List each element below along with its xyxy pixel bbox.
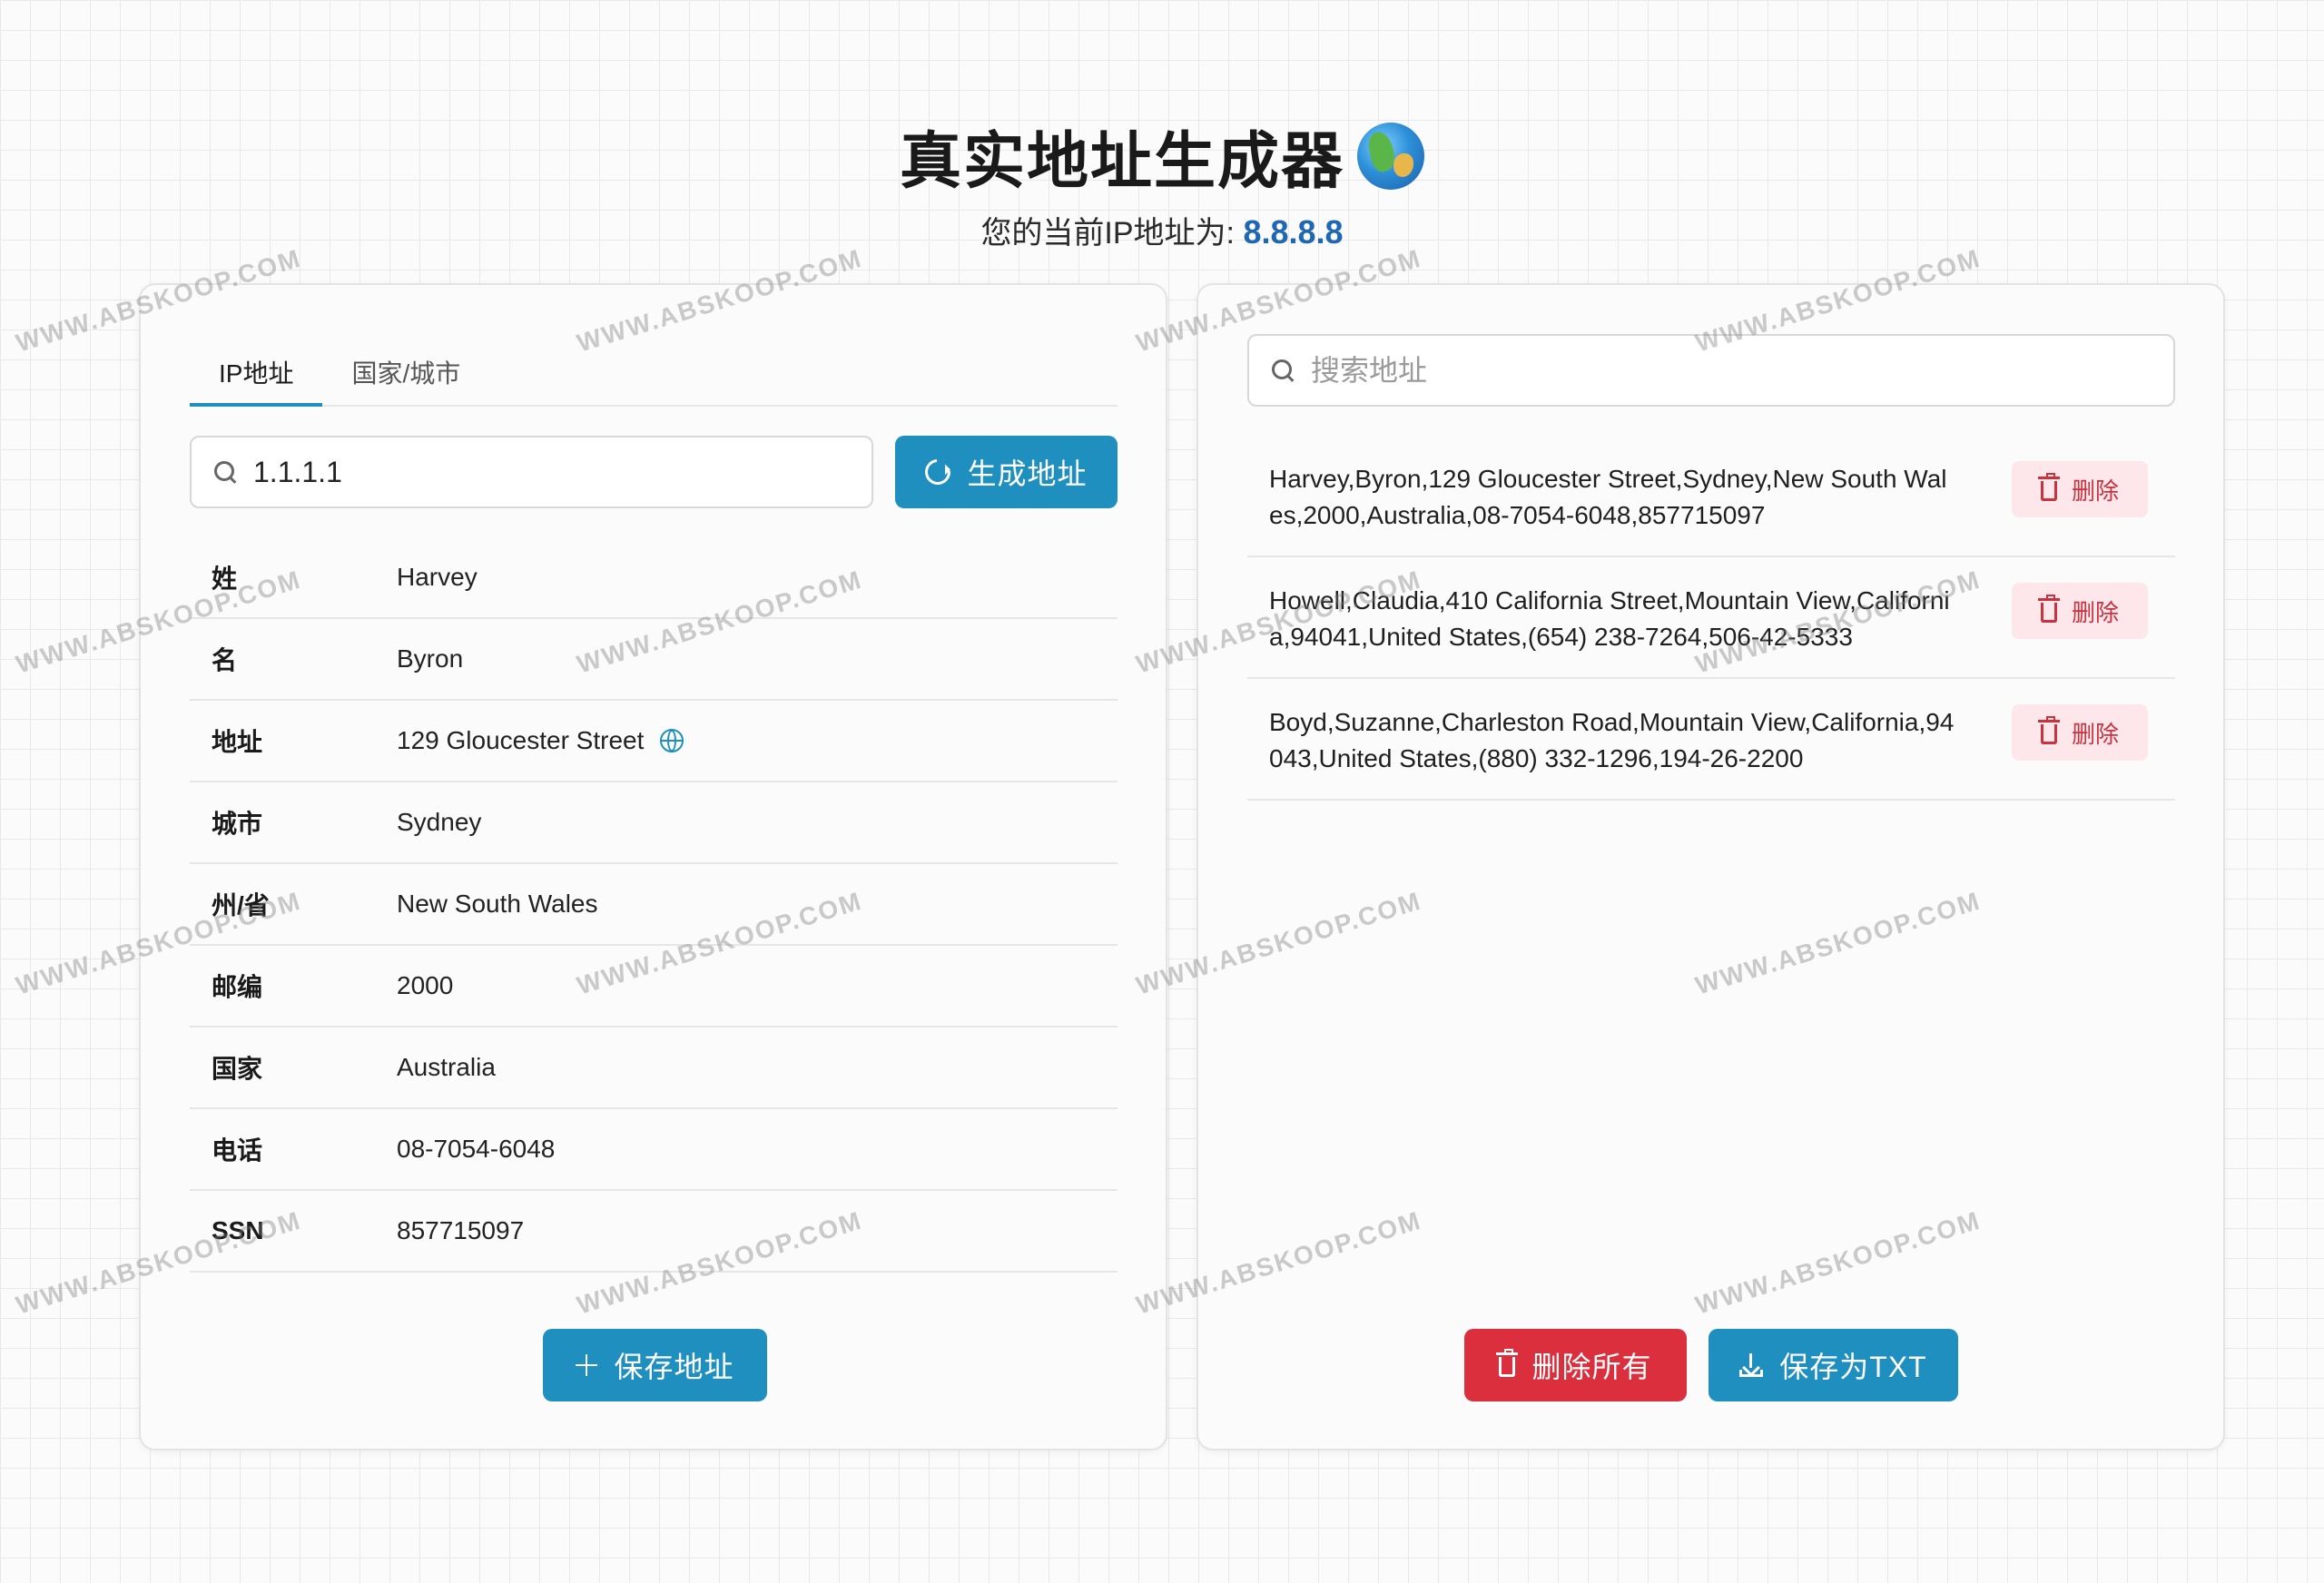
list-item: Boyd,Suzanne,Charleston Road,Mountain Vi… xyxy=(1247,679,2175,801)
detail-value: Australia xyxy=(397,1053,496,1082)
ip-input[interactable] xyxy=(253,455,850,489)
delete-item-button[interactable]: 删除 xyxy=(2012,583,2148,639)
detail-label: 姓 xyxy=(212,565,238,593)
detail-value: Harvey xyxy=(397,563,478,592)
delete-all-label: 删除所有 xyxy=(1531,1351,1652,1383)
detail-row-country: 国家 Australia xyxy=(190,1027,1118,1109)
mode-tabs: IP地址 国家/城市 xyxy=(190,354,1118,407)
save-address-label: 保存地址 xyxy=(614,1351,734,1383)
generator-panel: IP地址 国家/城市 生成地址 姓 Harvey 名 Byron 地址 129 … xyxy=(139,283,1167,1450)
address-details-table: 姓 Harvey 名 Byron 地址 129 Gloucester Stree… xyxy=(190,537,1118,1273)
detail-label: 地址 xyxy=(212,728,263,756)
tab-ip-address[interactable]: IP地址 xyxy=(190,354,323,407)
detail-value-text: 857715097 xyxy=(397,1216,525,1244)
detail-value: 2000 xyxy=(397,971,453,1000)
detail-row-last-name: 姓 Harvey xyxy=(190,537,1118,619)
ip-input-wrapper xyxy=(190,436,873,508)
list-item: Harvey,Byron,129 Gloucester Street,Sydne… xyxy=(1247,436,2175,557)
delete-all-button[interactable]: 删除所有 xyxy=(1464,1329,1687,1401)
trash-icon xyxy=(2037,595,2060,623)
detail-value: 129 Gloucester Street xyxy=(397,726,684,755)
delete-item-button[interactable]: 删除 xyxy=(2012,461,2148,517)
detail-label: 州/省 xyxy=(212,891,270,919)
save-txt-button[interactable]: 保存为TXT xyxy=(1709,1329,1958,1401)
detail-row-first-name: 名 Byron xyxy=(190,619,1118,701)
detail-row-city: 城市 Sydney xyxy=(190,782,1118,864)
detail-value: Sydney xyxy=(397,808,481,837)
detail-row-ssn: SSN 857715097 xyxy=(190,1191,1118,1273)
detail-value-text: New South Wales xyxy=(397,890,598,918)
detail-value-text: Harvey xyxy=(397,563,478,591)
trash-icon xyxy=(1496,1349,1519,1377)
detail-value-text: Australia xyxy=(397,1053,496,1081)
detail-value-text: Sydney xyxy=(397,808,482,836)
search-icon xyxy=(213,460,237,484)
generate-address-button[interactable]: 生成地址 xyxy=(895,436,1118,508)
delete-item-button[interactable]: 删除 xyxy=(2012,704,2148,761)
web-globe-icon[interactable] xyxy=(660,729,684,752)
address-search-input[interactable] xyxy=(1311,353,2152,388)
trash-icon xyxy=(2037,716,2060,744)
detail-label: 国家 xyxy=(212,1055,263,1083)
detail-row-phone: 电话 08-7054-6048 xyxy=(190,1109,1118,1191)
save-address-button[interactable]: 保存地址 xyxy=(543,1329,767,1401)
detail-value-text: 2000 xyxy=(397,971,454,999)
plus-icon xyxy=(576,1354,598,1376)
save-txt-label: 保存为TXT xyxy=(1779,1351,1927,1383)
generate-address-label: 生成地址 xyxy=(967,457,1088,490)
saved-addresses-panel: Harvey,Byron,129 Gloucester Street,Sydne… xyxy=(1196,283,2225,1450)
detail-value-text: 129 Gloucester Street xyxy=(397,726,645,754)
page-title: 真实地址生成器 xyxy=(900,111,1424,201)
current-ip-line: 您的当前IP地址为: 8.8.8.8 xyxy=(0,208,2324,252)
detail-row-postcode: 邮编 2000 xyxy=(190,946,1118,1027)
trash-icon xyxy=(2037,473,2060,501)
current-ip-value: 8.8.8.8 xyxy=(1243,213,1344,251)
detail-label: 名 xyxy=(212,646,238,674)
delete-item-label: 删除 xyxy=(2071,720,2119,748)
address-search-wrapper xyxy=(1247,334,2175,407)
list-actions: 删除所有 保存为TXT xyxy=(1464,1329,1958,1401)
saved-address-text: Howell,Claudia,410 California Street,Mou… xyxy=(1269,586,1950,651)
search-icon xyxy=(1271,359,1295,382)
page-header: 真实地址生成器 您的当前IP地址为: 8.8.8.8 xyxy=(0,111,2324,252)
detail-value-text: Byron xyxy=(397,644,464,673)
detail-row-address: 地址 129 Gloucester Street xyxy=(190,701,1118,782)
detail-label: 城市 xyxy=(212,810,263,838)
detail-value-text: 08-7054-6048 xyxy=(397,1135,556,1163)
download-icon xyxy=(1739,1353,1764,1377)
detail-value: Byron xyxy=(397,644,463,674)
detail-value: 857715097 xyxy=(397,1216,524,1245)
saved-address-text: Harvey,Byron,129 Gloucester Street,Sydne… xyxy=(1269,465,1947,529)
detail-value: New South Wales xyxy=(397,890,598,919)
detail-label: SSN xyxy=(212,1216,264,1244)
saved-address-list: Harvey,Byron,129 Gloucester Street,Sydne… xyxy=(1247,436,2175,801)
detail-value: 08-7054-6048 xyxy=(397,1135,555,1164)
detail-label: 电话 xyxy=(212,1136,263,1165)
delete-item-label: 删除 xyxy=(2071,477,2119,505)
refresh-icon xyxy=(920,454,957,490)
current-ip-prefix: 您的当前IP地址为: xyxy=(980,216,1244,251)
detail-row-state: 州/省 New South Wales xyxy=(190,864,1118,946)
page-title-text: 真实地址生成器 xyxy=(899,127,1344,196)
delete-item-label: 删除 xyxy=(2071,598,2119,626)
list-item: Howell,Claudia,410 California Street,Mou… xyxy=(1247,557,2175,679)
ip-search-row: 生成地址 xyxy=(190,436,1118,508)
globe-icon xyxy=(1357,122,1424,190)
tab-country-city[interactable]: 国家/城市 xyxy=(322,354,489,407)
detail-label: 邮编 xyxy=(212,973,263,1001)
saved-address-text: Boyd,Suzanne,Charleston Road,Mountain Vi… xyxy=(1269,708,1955,772)
